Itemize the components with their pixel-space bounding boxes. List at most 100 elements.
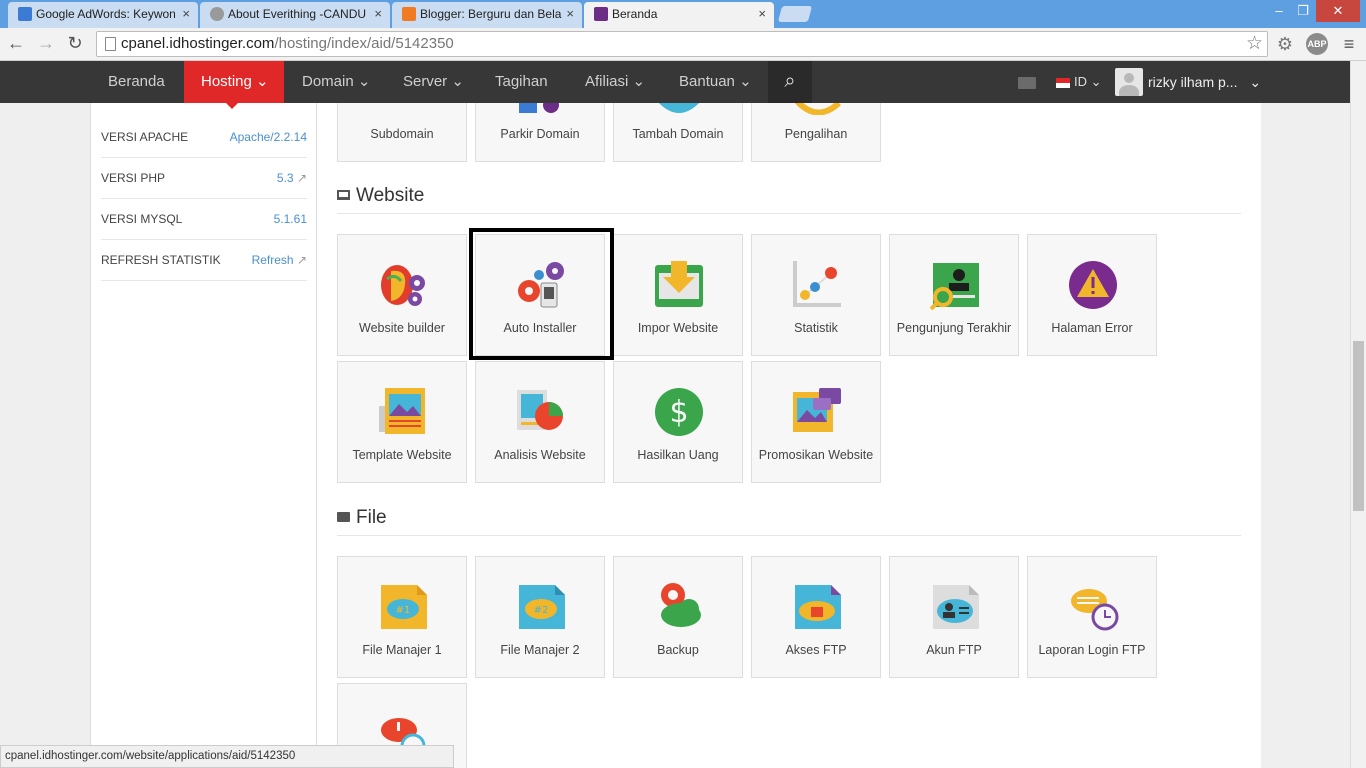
import-icon	[653, 259, 705, 311]
ftp-lock-icon	[791, 581, 843, 633]
section-title-file: File	[337, 507, 387, 529]
user-menu[interactable]: rizky ilham p... ⌄	[1148, 61, 1261, 103]
search-icon[interactable]: ⌕	[768, 61, 812, 103]
tile-template-website[interactable]: Template Website	[337, 361, 467, 483]
site-navbar: Beranda Hosting ⌄ Domain ⌄ Server ⌄ Tagi…	[0, 61, 1350, 109]
stat-row-mysql: VERSI MYSQL 5.1.61	[101, 199, 307, 240]
browser-tab-beranda[interactable]: Beranda ×	[584, 2, 774, 28]
file-cloud-icon: #2	[515, 581, 567, 633]
browser-tab-about[interactable]: About Everithing -CANDU ×	[200, 2, 390, 28]
chevron-down-icon: ⌄	[632, 73, 646, 90]
maximize-button[interactable]: ❐	[1292, 0, 1314, 22]
stat-row-php: VERSI PHP 5.3 ↗	[101, 158, 307, 199]
tile-statistik[interactable]: Statistik	[751, 234, 881, 356]
stat-value: 5.1.61	[273, 212, 307, 226]
nav-afiliasi[interactable]: Afiliasi ⌄	[585, 61, 645, 103]
ftp-user-icon	[929, 581, 981, 633]
nav-domain[interactable]: Domain ⌄	[302, 61, 370, 103]
browser-tab-blogger[interactable]: Blogger: Berguru dan Bela ×	[392, 2, 582, 28]
chevron-down-icon: ⌄	[357, 73, 371, 90]
close-icon[interactable]: ×	[374, 2, 382, 26]
page-icon	[105, 37, 116, 51]
tile-file-manajer-2[interactable]: #2 File Manajer 2	[475, 556, 605, 678]
browser-tab-adwords[interactable]: Google AdWords: Keywon ×	[8, 2, 198, 28]
gear-icon[interactable]: ⚙	[1274, 33, 1296, 55]
template-icon	[377, 386, 429, 438]
close-icon[interactable]: ×	[566, 2, 574, 26]
svg-text:$: $	[669, 395, 688, 430]
ftp-log-clock-icon	[1067, 581, 1119, 633]
adwords-icon	[18, 7, 32, 21]
bookmark-star-icon[interactable]: ☆	[1246, 33, 1263, 55]
stat-value: Apache/2.2.14	[229, 130, 307, 144]
analytics-icon	[515, 386, 567, 438]
monitor-icon	[337, 190, 350, 200]
tile-analisis-website[interactable]: Analisis Website	[475, 361, 605, 483]
tile-website-builder[interactable]: Website builder	[337, 234, 467, 356]
address-url[interactable]: cpanel.idhostinger.com/hosting/index/aid…	[121, 32, 454, 56]
language-select[interactable]: ID ⌄	[1074, 61, 1102, 103]
chevron-down-icon: ⌄	[739, 73, 752, 90]
close-icon[interactable]: ×	[182, 2, 190, 26]
highlight-box	[469, 228, 614, 360]
page-scrollbar[interactable]	[1350, 61, 1366, 768]
tile-backup[interactable]: Backup	[613, 556, 743, 678]
nav-hosting[interactable]: Hosting ⌄	[184, 61, 284, 109]
tile-promosikan-website[interactable]: Promosikan Website	[751, 361, 881, 483]
section-title-website: Website	[337, 185, 424, 207]
nav-server[interactable]: Server ⌄	[403, 61, 464, 103]
backup-cloud-icon	[653, 581, 705, 633]
chevron-down-icon: ⌄	[1249, 74, 1262, 90]
browser-toolbar: ← → ↻ cpanel.idhostinger.com/hosting/ind…	[0, 28, 1366, 61]
svg-text:#2: #2	[534, 605, 549, 616]
stat-link[interactable]: 5.3 ↗	[277, 158, 307, 198]
browser-tabstrip: Google AdWords: Keywon × About Everithin…	[0, 0, 1366, 28]
tab-title: Blogger: Berguru dan Bela	[420, 7, 562, 21]
file-cloud-icon: #1	[377, 581, 429, 633]
adblock-icon[interactable]: ABP	[1306, 33, 1328, 55]
mail-icon[interactable]	[1018, 77, 1036, 89]
stat-row-refresh: REFRESH STATISTIK Refresh ↗	[101, 240, 307, 281]
tab-title: Google AdWords: Keywon	[36, 7, 176, 21]
menu-icon[interactable]: ≡	[1338, 33, 1360, 55]
refresh-link[interactable]: Refresh ↗	[252, 240, 307, 280]
close-window-button[interactable]: ✕	[1316, 0, 1360, 22]
tab-title: About Everithing -CANDU	[228, 7, 367, 21]
tile-file-manajer-1[interactable]: #1 File Manajer 1	[337, 556, 467, 678]
chevron-down-icon: ⌄	[1090, 74, 1102, 89]
new-tab-button[interactable]	[777, 6, 813, 22]
nav-bantuan[interactable]: Bantuan ⌄	[679, 61, 752, 103]
tile-hasilkan-uang[interactable]: $ Hasilkan Uang	[613, 361, 743, 483]
svg-text:#1: #1	[396, 605, 411, 616]
stat-row-apache: VERSI APACHE Apache/2.2.14	[101, 117, 307, 158]
promote-icon	[791, 386, 843, 438]
tile-akses-ftp[interactable]: Akses FTP	[751, 556, 881, 678]
tile-akun-ftp[interactable]: Akun FTP	[889, 556, 1019, 678]
warning-icon	[1067, 259, 1119, 311]
external-link-icon: ↗	[296, 171, 307, 185]
nav-tagihan[interactable]: Tagihan	[495, 61, 548, 103]
close-icon[interactable]: ×	[758, 2, 766, 26]
hostinger-icon	[594, 7, 608, 21]
scrollbar-thumb[interactable]	[1353, 341, 1364, 511]
blogger-icon	[402, 7, 416, 21]
external-link-icon: ↗	[296, 253, 307, 267]
avatar[interactable]	[1115, 68, 1143, 96]
scatter-chart-icon	[791, 259, 843, 311]
sidebar-stats: VERSI APACHE Apache/2.2.14 VERSI PHP 5.3…	[90, 103, 317, 768]
reload-button[interactable]: ↻	[63, 32, 87, 56]
back-button[interactable]: ←	[4, 32, 28, 56]
website-builder-icon	[377, 259, 429, 311]
address-bar[interactable]: cpanel.idhostinger.com/hosting/index/aid…	[96, 31, 1268, 57]
forward-button[interactable]: →	[34, 32, 58, 56]
tile-pengunjung-terakhir[interactable]: Pengunjung Terakhir	[889, 234, 1019, 356]
divider	[337, 213, 1241, 214]
chevron-down-icon: ⌄	[451, 73, 464, 90]
tile-laporan-login-ftp[interactable]: Laporan Login FTP	[1027, 556, 1157, 678]
nav-beranda[interactable]: Beranda	[108, 61, 165, 103]
minimize-button[interactable]: ‒	[1268, 0, 1290, 22]
tile-impor-website[interactable]: Impor Website	[613, 234, 743, 356]
tile-halaman-error[interactable]: Halaman Error	[1027, 234, 1157, 356]
dollar-icon: $	[653, 386, 705, 438]
site-icon	[210, 7, 224, 21]
